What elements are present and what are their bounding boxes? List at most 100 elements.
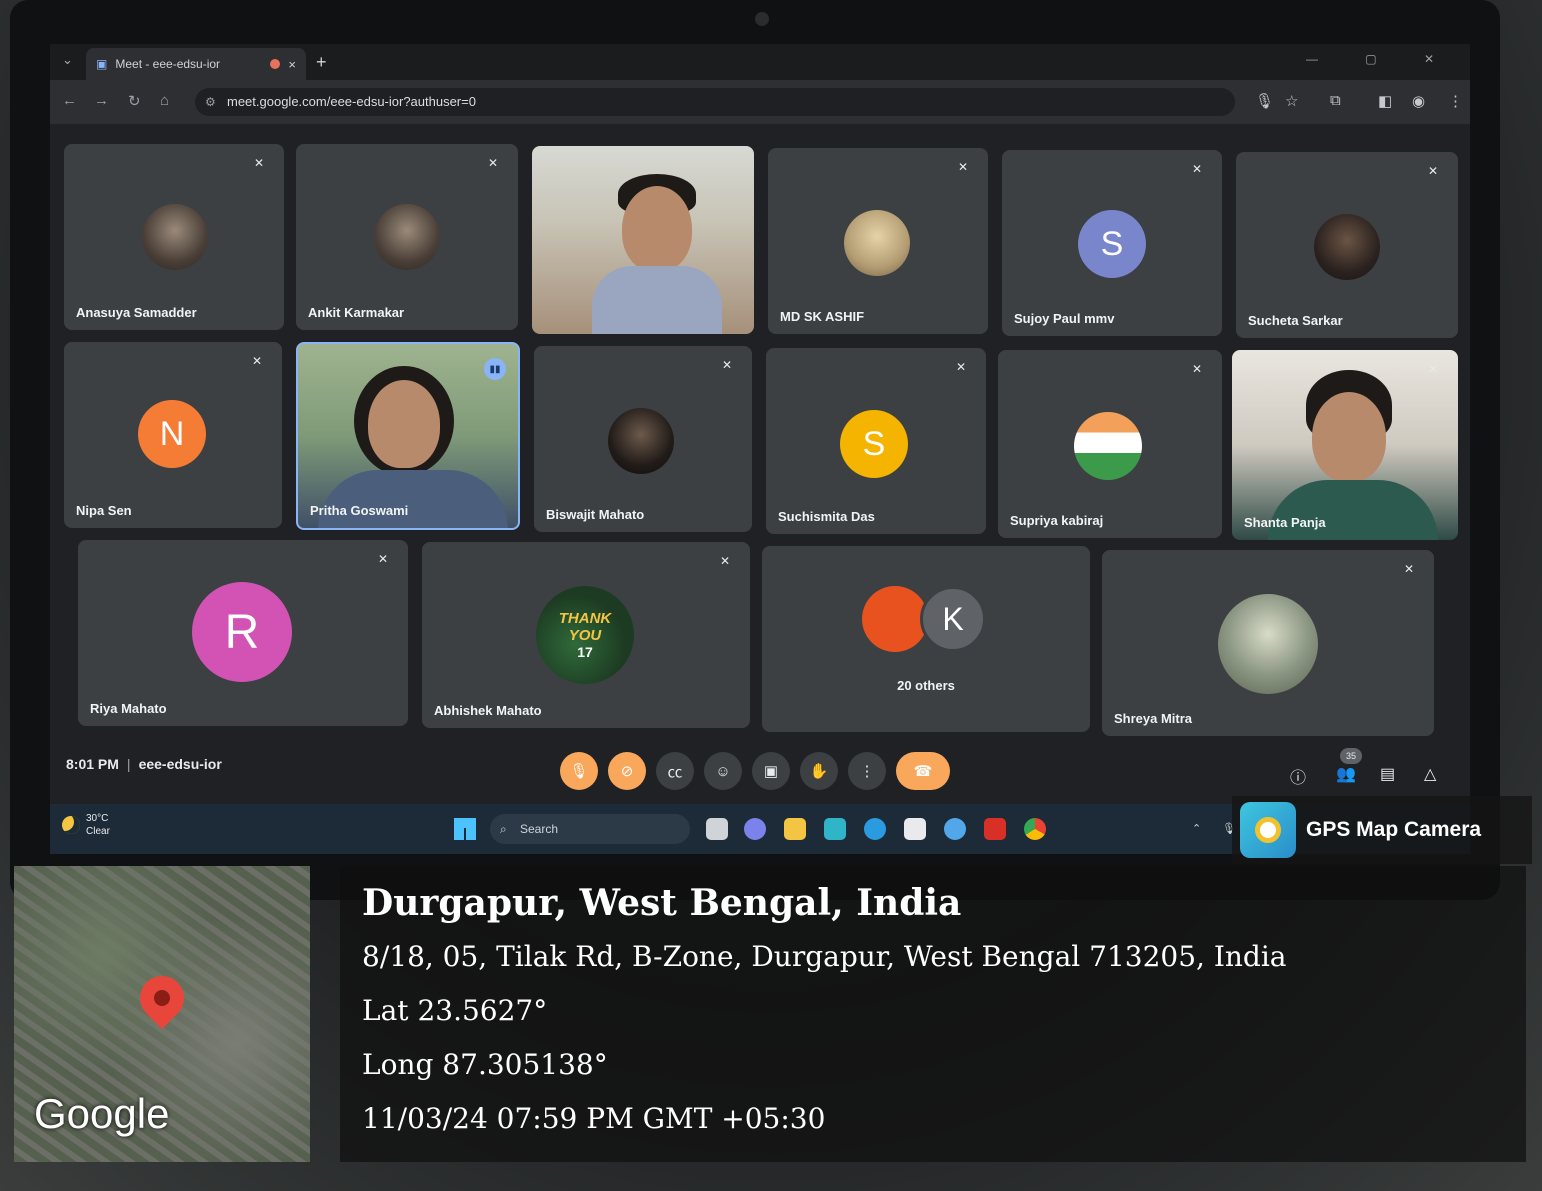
file-explorer-icon[interactable]: [784, 818, 806, 840]
thank-you-avatar: THANK YOU 17: [536, 586, 634, 684]
site-info-icon[interactable]: ⚙: [205, 88, 216, 116]
weather-widget[interactable]: 30°C Clear: [62, 812, 110, 838]
url-field[interactable]: ⚙ meet.google.com/eee-edsu-ior?authuser=…: [195, 88, 1235, 116]
activities-icon[interactable]: △: [1424, 764, 1436, 784]
forward-arrow-icon[interactable]: →: [94, 92, 109, 109]
browser-address-bar: ← → ↻ ⌂ ⚙ meet.google.com/eee-edsu-ior?a…: [50, 80, 1470, 124]
video-person-face: [1312, 392, 1386, 482]
extensions-icon[interactable]: ⧉: [1330, 92, 1341, 109]
new-tab-button[interactable]: +: [316, 52, 327, 73]
home-icon[interactable]: ⌂: [160, 92, 169, 109]
mic-off-icon: ✕: [1404, 562, 1415, 576]
mic-toggle-button[interactable]: 🎙: [560, 752, 598, 790]
participant-video-tile-speaking[interactable]: ▮▮ Pritha Goswami: [296, 342, 520, 530]
meet-tab[interactable]: ▣ Meet - eee-edsu-ior ×: [86, 48, 306, 80]
window-controls[interactable]: — ▢ ✕: [1306, 52, 1456, 66]
avatar-initial: N: [159, 414, 185, 453]
present-screen-button[interactable]: ▣: [752, 752, 790, 790]
meeting-details-icon[interactable]: ⓘ: [1290, 764, 1306, 788]
reload-icon[interactable]: ↻: [128, 92, 141, 110]
photos-app-icon[interactable]: [944, 818, 966, 840]
participant-tile[interactable]: ✕ Anasuya Samadder: [64, 144, 284, 330]
speaking-indicator-icon: ▮▮: [484, 358, 506, 380]
google-map-logo: Google: [34, 1090, 170, 1137]
camera-toggle-button[interactable]: ⊘: [608, 752, 646, 790]
others-tile[interactable]: K 20 others: [762, 546, 1090, 732]
more-options-button[interactable]: ⋮: [848, 752, 886, 790]
chat-app-icon[interactable]: [744, 818, 766, 840]
participant-tile[interactable]: ✕ R Riya Mahato: [78, 540, 408, 726]
others-avatar-front: K: [920, 586, 986, 652]
tab-title: Meet - eee-edsu-ior: [115, 57, 221, 71]
location-city: Durgapur, West Bengal, India: [362, 882, 962, 924]
participant-name: Abhishek Mahato: [434, 703, 542, 718]
tab-search-icon[interactable]: ⌄: [62, 52, 73, 68]
participant-video-tile[interactable]: [532, 146, 754, 334]
leave-call-button[interactable]: ☎: [896, 752, 950, 790]
more-menu-icon[interactable]: ⋮: [1448, 92, 1463, 110]
participant-name: Anasuya Samadder: [76, 305, 197, 320]
video-person-shirt: [1268, 480, 1438, 540]
profile-avatar-icon[interactable]: ◉: [1412, 92, 1425, 110]
url-text: meet.google.com/eee-edsu-ior?authuser=0: [227, 94, 476, 109]
participant-name: Sujoy Paul mmv: [1014, 311, 1115, 326]
taskbar-search[interactable]: ⌕ Search: [490, 814, 690, 844]
participant-tile[interactable]: ✕ Sucheta Sarkar: [1236, 152, 1458, 338]
browser-tab-bar: ⌄ ▣ Meet - eee-edsu-ior × + — ▢ ✕: [50, 44, 1470, 80]
edge-browser-icon[interactable]: [864, 818, 886, 840]
participant-name: Shreya Mitra: [1114, 711, 1193, 726]
others-count-label: 20 others: [897, 678, 955, 693]
video-person-shirt: [592, 266, 722, 334]
participant-initial-avatar: R: [192, 582, 292, 682]
chrome-icon[interactable]: [1024, 818, 1046, 840]
task-view-icon[interactable]: [706, 818, 728, 840]
moon-icon: [62, 816, 80, 834]
captions-button[interactable]: ㏄: [656, 752, 694, 790]
mic-off-icon: ✕: [488, 156, 499, 170]
bookmark-star-icon[interactable]: ☆: [1285, 92, 1298, 110]
location-map-thumbnail: Google: [14, 866, 310, 1162]
location-latitude: Lat 23.5627°: [362, 994, 548, 1027]
tray-overflow-icon[interactable]: ⌃: [1192, 822, 1201, 835]
mic-off-icon: ✕: [1428, 362, 1439, 376]
participant-avatar: [1314, 214, 1380, 280]
participant-tile[interactable]: ✕ Biswajit Mahato: [534, 346, 752, 532]
people-icon[interactable]: 👥: [1336, 764, 1356, 784]
back-arrow-icon[interactable]: ←: [62, 92, 77, 109]
chat-icon[interactable]: ▤: [1380, 764, 1395, 784]
weather-condition: Clear: [86, 826, 110, 837]
sidepanel-icon[interactable]: ◧: [1378, 92, 1392, 110]
flag-avatar: [1074, 412, 1142, 480]
meeting-code: eee-edsu-ior: [138, 756, 222, 772]
participant-tile[interactable]: ✕ Ankit Karmakar: [296, 144, 518, 330]
avatar-text: YOU: [568, 627, 602, 644]
gps-camera-badge: GPS Map Camera: [1232, 796, 1532, 864]
participant-tile[interactable]: ✕ MD SK ASHIF: [768, 148, 988, 334]
participant-initial-avatar: S: [840, 410, 908, 478]
windows-start-icon[interactable]: [454, 818, 476, 840]
participant-video-tile[interactable]: ✕ Shanta Panja: [1232, 350, 1458, 540]
participant-initial-avatar: S: [1078, 210, 1146, 278]
mic-off-icon: ✕: [1428, 164, 1439, 178]
participant-name: Sucheta Sarkar: [1248, 313, 1343, 328]
participant-name: Nipa Sen: [76, 503, 132, 518]
participant-tile[interactable]: ✕ N Nipa Sen: [64, 342, 282, 528]
participant-avatar: [374, 204, 440, 270]
location-longitude: Long 87.305138°: [362, 1048, 608, 1081]
calendar-app-icon[interactable]: [904, 818, 926, 840]
raise-hand-button[interactable]: ✋: [800, 752, 838, 790]
participant-tile[interactable]: ✕ Supriya kabiraj: [998, 350, 1222, 538]
participant-tile[interactable]: ✕ Shreya Mitra: [1102, 550, 1434, 736]
others-avatar-back: [862, 586, 928, 652]
mcafee-icon[interactable]: [984, 818, 1006, 840]
participant-tile[interactable]: ✕ S Sujoy Paul mmv: [1002, 150, 1222, 336]
location-info-box: Durgapur, West Bengal, India 8/18, 05, T…: [340, 866, 1526, 1162]
microphone-icon[interactable]: 🎙: [1255, 92, 1274, 110]
store-icon[interactable]: [824, 818, 846, 840]
gps-app-name: GPS Map Camera: [1306, 818, 1482, 841]
participant-tile[interactable]: ✕ THANK YOU 17 Abhishek Mahato: [422, 542, 750, 728]
tab-close-icon[interactable]: ×: [288, 57, 296, 72]
emoji-button[interactable]: ☺: [704, 752, 742, 790]
mic-off-icon: ✕: [956, 360, 967, 374]
participant-tile[interactable]: ✕ S Suchismita Das: [766, 348, 986, 534]
